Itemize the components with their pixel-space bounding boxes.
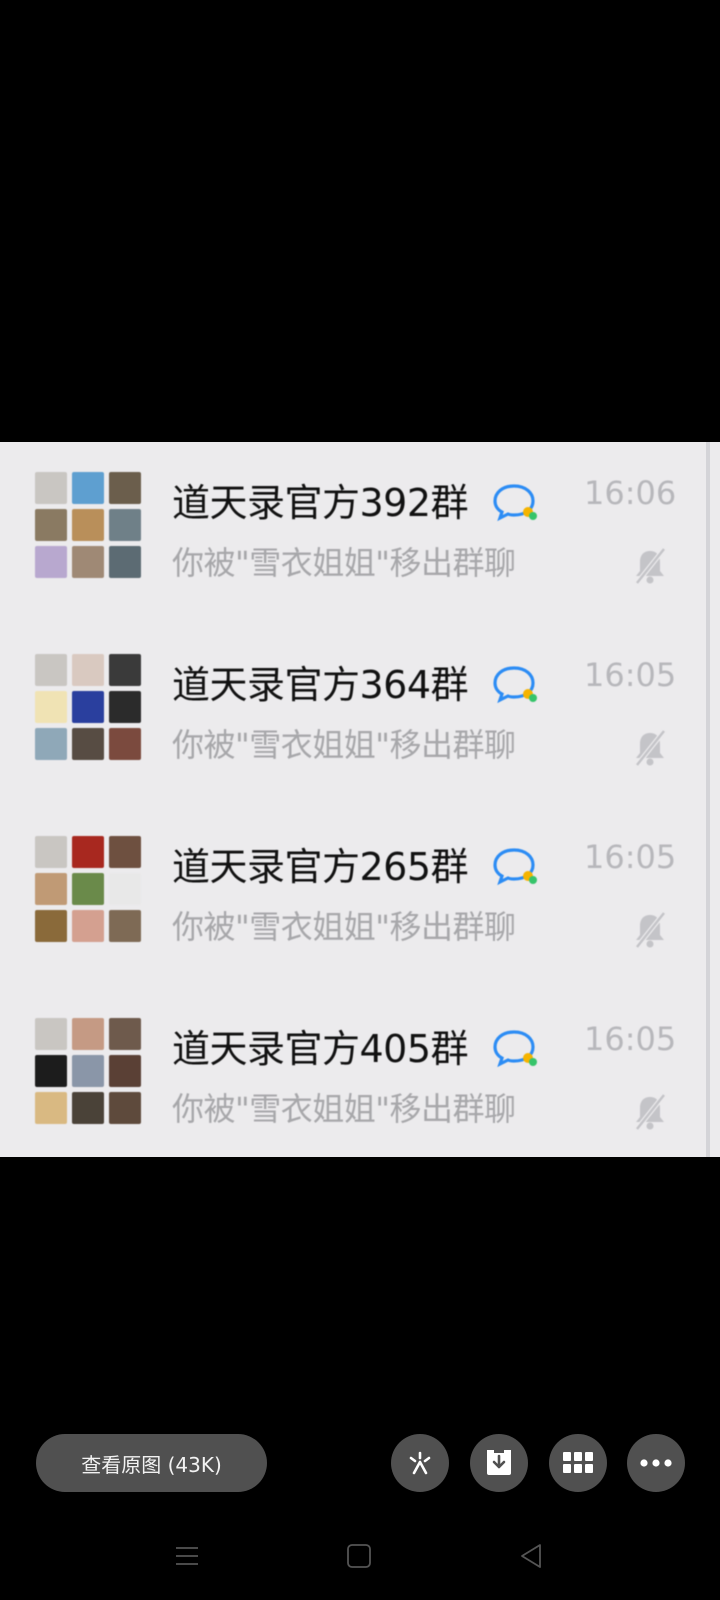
chat-preview: 你被"雪衣姐姐"移出群聊	[172, 908, 516, 946]
sparkle-icon	[409, 1451, 431, 1475]
mute-bell-icon	[635, 547, 666, 585]
avatar-tile	[72, 836, 104, 868]
chat-name: 道天录官方405群	[172, 1027, 469, 1071]
avatar-tile	[35, 1018, 67, 1050]
avatar-tile	[72, 873, 104, 905]
back-button[interactable]	[511, 1540, 551, 1572]
avatar-tile	[109, 836, 141, 868]
avatar-tile	[109, 728, 141, 760]
download-icon	[487, 1450, 511, 1475]
chat-row: 道天录官方364群你被"雪衣姐姐"移出群聊 16:05	[0, 624, 710, 806]
avatar-tile	[109, 873, 141, 905]
chat-time: 16:05	[584, 656, 677, 694]
group-avatar	[35, 472, 141, 578]
avatar-tile	[72, 910, 104, 942]
avatar-tile	[35, 836, 67, 868]
avatar-tile	[72, 509, 104, 541]
avatar-tile	[35, 1055, 67, 1087]
group-chat-icon	[493, 848, 537, 886]
grid-icon	[563, 1452, 593, 1473]
avatar-tile	[35, 546, 67, 578]
avatar-tile	[35, 1092, 67, 1124]
avatar-tile	[72, 546, 104, 578]
chat-row: 道天录官方405群你被"雪衣姐姐"移出群聊 16:05	[0, 988, 710, 1157]
avatar-tile	[72, 1018, 104, 1050]
avatar-tile	[109, 654, 141, 686]
avatar-tile	[109, 1092, 141, 1124]
group-avatar	[35, 836, 141, 942]
group-avatar	[35, 1018, 141, 1124]
screenshot-image[interactable]: 道天录官方392群 你被"雪衣姐姐"移出群聊 16:06 道天录官方364群 你被"雪衣…	[0, 442, 720, 1157]
avatar-tile	[35, 873, 67, 905]
avatar-tile	[72, 1055, 104, 1087]
back-icon	[521, 1544, 541, 1568]
avatar-tile	[35, 910, 67, 942]
avatar-tile	[109, 910, 141, 942]
view-original-button[interactable]: 查看原图 (43K)	[36, 1434, 267, 1492]
mute-bell-icon	[635, 911, 666, 949]
menu-button[interactable]	[167, 1540, 207, 1572]
avatar-tile	[35, 472, 67, 504]
home-icon	[347, 1544, 371, 1568]
avatar-tile	[35, 509, 67, 541]
chat-row: 道天录官方265群你被"雪衣姐姐"移出群聊 16:05	[0, 806, 710, 988]
chat-name: 道天录官方265群	[172, 845, 469, 889]
avatar-tile	[35, 654, 67, 686]
more-icon	[640, 1459, 672, 1467]
grid-button[interactable]	[549, 1434, 607, 1492]
avatar-tile	[109, 1018, 141, 1050]
avatar-tile	[35, 691, 67, 723]
avatar-tile	[109, 546, 141, 578]
mute-bell-icon	[635, 1093, 666, 1131]
chat-row: 道天录官方392群你被"雪衣姐姐"移出群聊 16:06	[0, 442, 710, 624]
more-button[interactable]	[627, 1434, 685, 1492]
group-chat-icon	[493, 666, 537, 704]
home-button[interactable]	[339, 1540, 379, 1572]
group-avatar	[35, 654, 141, 760]
avatar-tile	[109, 509, 141, 541]
avatar-tile	[35, 728, 67, 760]
menu-icon	[176, 1547, 198, 1565]
chat-name: 道天录官方364群	[172, 663, 469, 707]
chat-preview: 你被"雪衣姐姐"移出群聊	[172, 1090, 516, 1128]
avatar-tile	[109, 691, 141, 723]
group-chat-icon	[493, 484, 537, 522]
chat-time: 16:06	[584, 474, 677, 512]
avatar-tile	[72, 691, 104, 723]
sparkle-button[interactable]	[391, 1434, 449, 1492]
avatar-tile	[72, 472, 104, 504]
system-navigation-bar	[0, 1532, 720, 1580]
chat-name: 道天录官方392群	[172, 481, 469, 525]
group-chat-icon	[493, 1030, 537, 1068]
avatar-tile	[109, 1055, 141, 1087]
image-viewer-toolbar: 查看原图 (43K)	[0, 1434, 720, 1492]
avatar-tile	[109, 472, 141, 504]
avatar-tile	[72, 654, 104, 686]
avatar-tile	[72, 728, 104, 760]
chat-time: 16:05	[584, 1020, 677, 1058]
chat-time: 16:05	[584, 838, 677, 876]
mute-bell-icon	[635, 729, 666, 767]
chat-preview: 你被"雪衣姐姐"移出群聊	[172, 726, 516, 764]
download-button[interactable]	[470, 1434, 528, 1492]
avatar-tile	[72, 1092, 104, 1124]
chat-preview: 你被"雪衣姐姐"移出群聊	[172, 544, 516, 582]
